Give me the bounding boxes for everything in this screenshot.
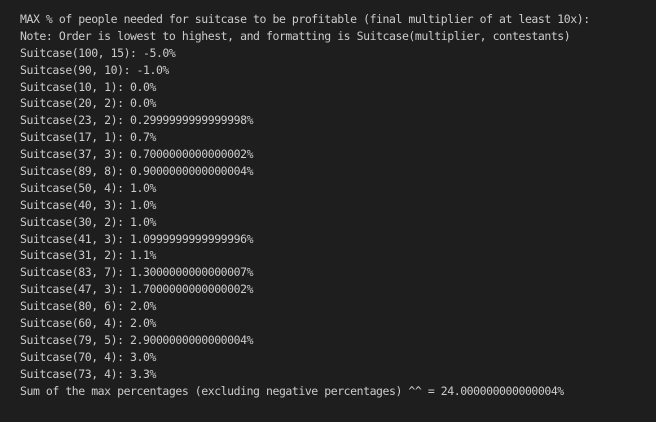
suitcase-row: Suitcase(80, 6): 2.0% (20, 299, 156, 314)
suitcase-row: Suitcase(37, 3): 0.7000000000000002% (20, 147, 254, 162)
suitcase-row: Suitcase(10, 1): 0.0% (20, 79, 156, 94)
suitcase-row: Suitcase(83, 7): 1.3000000000000007% (20, 265, 254, 280)
suitcase-row: Suitcase(17, 1): 0.7% (20, 130, 156, 145)
header-line: MAX % of people needed for suitcase to b… (20, 12, 590, 26)
suitcase-row: Suitcase(50, 4): 1.0% (20, 180, 156, 195)
suitcase-row: Suitcase(73, 4): 3.3% (20, 366, 156, 381)
suitcase-row: Suitcase(20, 2): 0.0% (20, 96, 156, 111)
sum-line: Sum of the max percentages (excluding ne… (20, 383, 564, 398)
note-line: Note: Order is lowest to highest, and fo… (20, 28, 571, 43)
suitcase-row: Suitcase(23, 2): 0.2999999999999998% (20, 113, 254, 128)
suitcase-row: Suitcase(60, 4): 2.0% (20, 316, 156, 331)
suitcase-row: Suitcase(70, 4): 3.0% (20, 349, 156, 364)
suitcase-row: Suitcase(79, 5): 2.9000000000000004% (20, 332, 254, 347)
suitcase-row: Suitcase(41, 3): 1.0999999999999996% (20, 231, 254, 246)
suitcase-row: Suitcase(90, 10): -1.0% (20, 62, 169, 77)
suitcase-row: Suitcase(89, 8): 0.9000000000000004% (20, 164, 254, 179)
terminal-output: MAX % of people needed for suitcase to b… (0, 0, 656, 422)
suitcase-row: Suitcase(40, 3): 1.0% (20, 197, 156, 212)
suitcase-row: Suitcase(47, 3): 1.7000000000000002% (20, 282, 254, 297)
suitcase-row: Suitcase(30, 2): 1.0% (20, 214, 156, 229)
suitcase-row: Suitcase(100, 15): -5.0% (20, 45, 176, 60)
suitcase-row: Suitcase(31, 2): 1.1% (20, 248, 156, 263)
